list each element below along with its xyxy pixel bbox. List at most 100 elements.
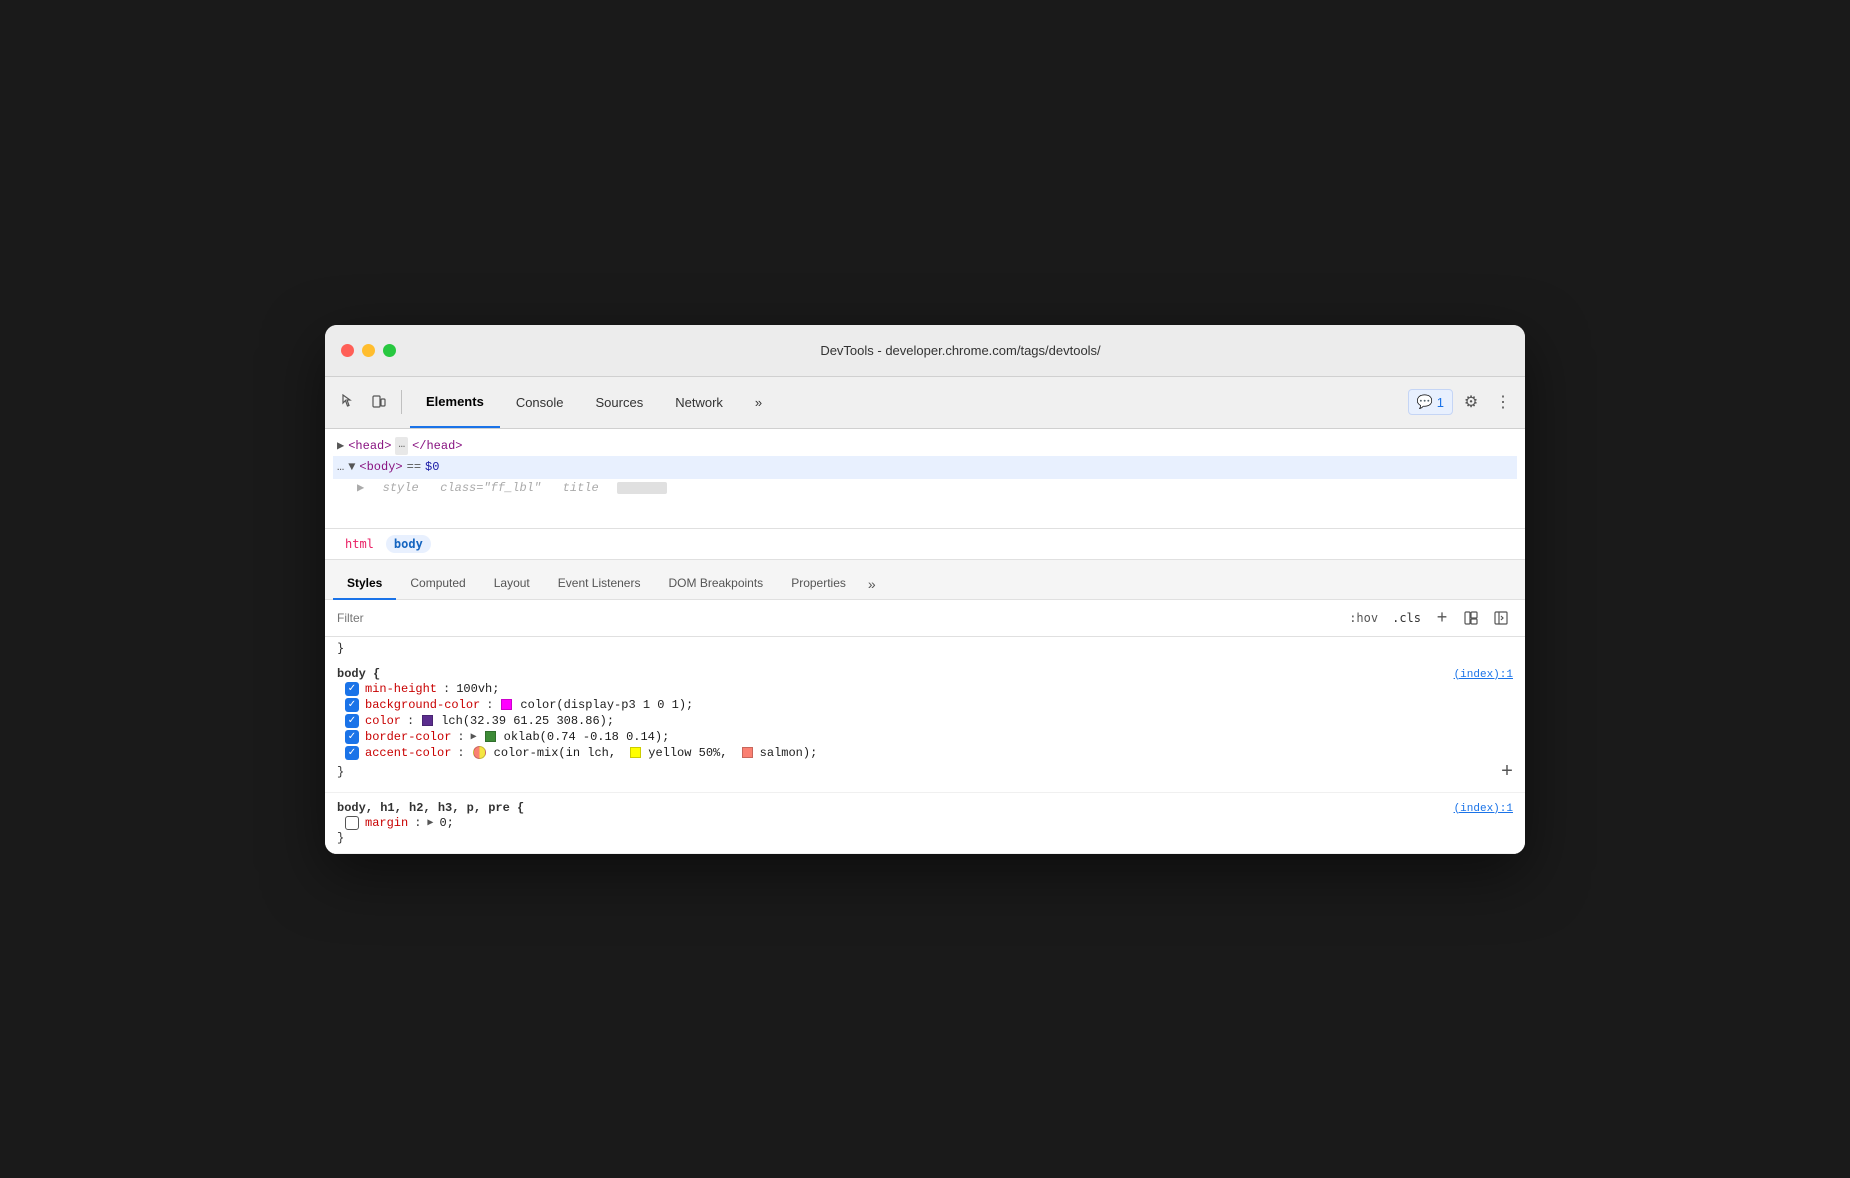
minimize-button[interactable]: [362, 344, 375, 357]
css-rule-body-headings: body, h1, h2, h3, p, pre { (index):1 mar…: [325, 793, 1525, 854]
css-checkbox-accent-color[interactable]: [345, 746, 359, 760]
main-tabs: Elements Console Sources Network »: [410, 377, 1404, 428]
inspect-icon[interactable]: [333, 388, 361, 416]
breadcrumb-html[interactable]: html: [337, 535, 382, 553]
issues-count: 1: [1437, 395, 1444, 410]
filter-bar: :hov .cls +: [325, 600, 1525, 637]
window-title: DevTools - developer.chrome.com/tags/dev…: [412, 343, 1509, 358]
css-prop-value-accent-color-3[interactable]: salmon);: [760, 746, 818, 760]
style-paint-icon[interactable]: [1459, 606, 1483, 630]
css-prop-name-accent-color: accent-color: [365, 746, 451, 760]
tab-layout[interactable]: Layout: [480, 568, 544, 600]
devtools-window: DevTools - developer.chrome.com/tags/dev…: [325, 325, 1525, 854]
css-selector-body-headings: body, h1, h2, h3, p, pre {: [337, 801, 524, 815]
tab-computed[interactable]: Computed: [396, 568, 479, 600]
css-prop-border-color: border-color : ▶ oklab(0.74 -0.18 0.14);: [337, 729, 1513, 745]
device-icon[interactable]: [365, 388, 393, 416]
css-prop-min-height: min-height : 100vh;: [337, 681, 1513, 697]
prev-rule-close: }: [325, 637, 1525, 659]
tab-more[interactable]: »: [739, 377, 778, 428]
css-prop-value-border-color[interactable]: oklab(0.74 -0.18 0.14);: [504, 730, 670, 744]
tab-console[interactable]: Console: [500, 377, 580, 428]
css-checkbox-border-color[interactable]: [345, 730, 359, 744]
color-swatch[interactable]: [422, 715, 433, 726]
css-prop-margin: margin : ▶ 0;: [337, 815, 1513, 831]
head-expand-arrow[interactable]: ▶: [337, 437, 344, 456]
toolbar-right: 💬 1 ⚙ ⋮: [1408, 388, 1517, 416]
breadcrumb-body[interactable]: body: [386, 535, 431, 553]
issues-icon: 💬: [1417, 394, 1433, 410]
css-prop-name-margin: margin: [365, 816, 408, 830]
traffic-lights: [341, 344, 396, 357]
maximize-button[interactable]: [383, 344, 396, 357]
css-checkbox-color[interactable]: [345, 714, 359, 728]
settings-icon[interactable]: ⚙: [1457, 388, 1485, 416]
elements-panel: ▶ <head> … </head> … ▼ <body> == $0 ▶ st…: [325, 429, 1525, 529]
css-prop-value-min-height[interactable]: 100vh;: [456, 682, 499, 696]
add-rule-icon[interactable]: +: [1501, 761, 1513, 784]
sidebar-toggle-icon[interactable]: [1489, 606, 1513, 630]
blurred-line: ▶ style class="ff_lbl" title: [337, 479, 1513, 498]
css-prop-value-margin[interactable]: 0;: [439, 816, 453, 830]
margin-expand[interactable]: ▶: [427, 817, 433, 829]
tab-elements[interactable]: Elements: [410, 377, 500, 428]
bg-color-swatch[interactable]: [501, 699, 512, 710]
border-color-expand[interactable]: ▶: [471, 731, 477, 743]
css-prop-value-bg-color[interactable]: color(display-p3 1 0 1);: [520, 698, 693, 712]
filter-actions: :hov .cls +: [1345, 606, 1513, 630]
css-checkbox-margin[interactable]: [345, 816, 359, 830]
filter-input[interactable]: [337, 611, 1337, 625]
separator-1: [401, 390, 402, 414]
css-prop-name-bg-color: background-color: [365, 698, 480, 712]
body-dollar-zero: $0: [425, 458, 439, 477]
tab-styles[interactable]: Styles: [333, 568, 396, 600]
css-prop-color: color : lch(32.39 61.25 308.86);: [337, 713, 1513, 729]
rule2-close-brace: }: [337, 831, 344, 845]
styles-tabs: Styles Computed Layout Event Listeners D…: [325, 560, 1525, 600]
head-ellipsis[interactable]: …: [395, 437, 408, 455]
head-open-tag: <head>: [348, 437, 391, 456]
css-prop-name-min-height: min-height: [365, 682, 437, 696]
cls-button[interactable]: .cls: [1388, 609, 1425, 627]
head-line: ▶ <head> … </head>: [337, 437, 1513, 456]
add-style-button[interactable]: +: [1431, 607, 1453, 629]
devtools-body: ▶ <head> … </head> … ▼ <body> == $0 ▶ st…: [325, 429, 1525, 854]
accent-color-yellow-swatch[interactable]: [630, 747, 641, 758]
body-line[interactable]: … ▼ <body> == $0: [333, 456, 1517, 479]
hov-button[interactable]: :hov: [1345, 609, 1382, 627]
css-prop-value-accent-color-1[interactable]: color-mix(in lch,: [494, 746, 624, 760]
rule1-footer: } +: [337, 761, 1513, 784]
css-rule-body: body { (index):1 min-height : 100vh; bac…: [325, 659, 1525, 793]
accent-color-mixed-swatch[interactable]: [473, 746, 486, 759]
css-prop-name-border-color: border-color: [365, 730, 451, 744]
tab-dom-breakpoints[interactable]: DOM Breakpoints: [654, 568, 777, 600]
tab-event-listeners[interactable]: Event Listeners: [544, 568, 655, 600]
body-equals: ==: [407, 458, 421, 477]
css-prop-bg-color: background-color : color(display-p3 1 0 …: [337, 697, 1513, 713]
title-bar: DevTools - developer.chrome.com/tags/dev…: [325, 325, 1525, 377]
body-expand-arrow[interactable]: ▼: [348, 458, 355, 477]
css-rules-panel: } body { (index):1 min-height : 100vh;: [325, 637, 1525, 854]
accent-color-salmon-swatch[interactable]: [742, 747, 753, 758]
css-prop-value-accent-color-2[interactable]: yellow 50%,: [648, 746, 734, 760]
issues-badge[interactable]: 💬 1: [1408, 389, 1453, 415]
css-rule-body-headings-header: body, h1, h2, h3, p, pre { (index):1: [337, 801, 1513, 815]
more-options-icon[interactable]: ⋮: [1489, 388, 1517, 416]
css-rule-body-header: body { (index):1: [337, 667, 1513, 681]
tab-properties[interactable]: Properties: [777, 568, 860, 600]
css-prop-value-color[interactable]: lch(32.39 61.25 308.86);: [441, 714, 614, 728]
css-source-body-headings[interactable]: (index):1: [1454, 803, 1513, 815]
tab-styles-more[interactable]: »: [860, 568, 884, 600]
css-checkbox-bg-color[interactable]: [345, 698, 359, 712]
devtools-toolbar: Elements Console Sources Network » 💬 1 ⚙…: [325, 377, 1525, 429]
css-source-body[interactable]: (index):1: [1454, 669, 1513, 681]
css-checkbox-min-height[interactable]: [345, 682, 359, 696]
css-selector-body: body {: [337, 667, 380, 681]
breadcrumb-bar: html body: [325, 529, 1525, 560]
tab-network[interactable]: Network: [659, 377, 739, 428]
close-button[interactable]: [341, 344, 354, 357]
head-close-tag: </head>: [412, 437, 462, 456]
blurred-text: style class="ff_lbl" title: [368, 479, 613, 498]
tab-sources[interactable]: Sources: [580, 377, 660, 428]
border-color-swatch[interactable]: [485, 731, 496, 742]
